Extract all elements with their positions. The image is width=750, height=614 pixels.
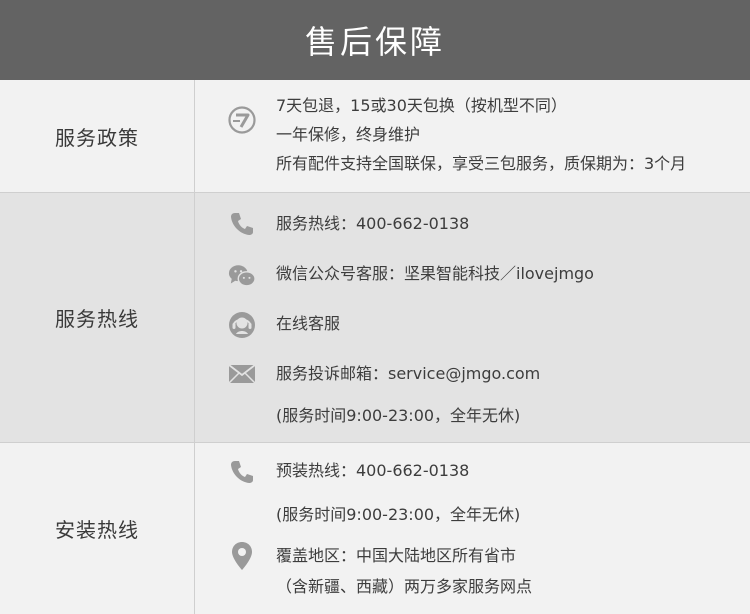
install-hotline-number[interactable]: 预装热线：400-662-0138 xyxy=(276,461,469,481)
customer-service-icon xyxy=(228,311,256,339)
wechat-icon xyxy=(228,262,256,290)
section-service-hotline: 服务热线 服务热线：400-662-0138 微信公众号客服：坚果智能科技／il… xyxy=(0,193,750,443)
policy-line-return: 7天包退，15或30天包换（按机型不同） xyxy=(276,96,567,115)
page-title: 售后保障 xyxy=(304,23,445,61)
mail-icon xyxy=(228,360,256,388)
wechat-account: 微信公众号客服：坚果智能科技／ilovejmgo xyxy=(276,264,594,283)
section-service-policy: 服务政策 7天包退，15或30天包换（按机型不同） 一年保修，终身维护 所有配件… xyxy=(0,80,750,193)
section-label: 服务政策 xyxy=(55,125,139,150)
policy-line-warranty: 一年保修，终身维护 xyxy=(276,125,421,144)
complaint-email[interactable]: 服务投诉邮箱：service@jmgo.com xyxy=(276,364,540,384)
hotline-number[interactable]: 服务热线：400-662-0138 xyxy=(276,214,469,234)
policy-line-accessories: 所有配件支持全国联保，享受三包服务，质保期为：3个月 xyxy=(276,154,687,173)
section-content: 预装热线：400-662-0138 (服务时间9:00-23:00，全年无休) … xyxy=(196,443,750,614)
coverage-area: 覆盖地区：中国大陆地区所有省市 xyxy=(276,546,517,565)
section-label: 服务热线 xyxy=(55,307,139,331)
location-pin-icon xyxy=(228,542,256,570)
seven-day-return-icon xyxy=(228,106,256,134)
install-service-hours: (服务时间9:00-23:00，全年无休) xyxy=(276,505,521,524)
section-install-hotline: 安装热线 预装热线：400-662-0138 (服务时间9:00-23:00，全… xyxy=(0,443,750,614)
section-label-cell: 服务热线 xyxy=(0,193,195,442)
section-label-cell: 安装热线 xyxy=(0,443,195,614)
coverage-note: （含新疆、西藏）两万多家服务网点 xyxy=(276,577,533,596)
phone-icon xyxy=(228,210,256,238)
section-label: 安装热线 xyxy=(55,518,139,542)
section-label-cell: 服务政策 xyxy=(0,80,195,192)
service-hours: (服务时间9:00-23:00，全年无休) xyxy=(276,406,521,425)
section-content: 服务热线：400-662-0138 微信公众号客服：坚果智能科技／ilovejm… xyxy=(196,193,750,442)
phone-icon xyxy=(228,458,256,486)
section-content: 7天包退，15或30天包换（按机型不同） 一年保修，终身维护 所有配件支持全国联… xyxy=(196,80,750,192)
online-service-link[interactable]: 在线客服 xyxy=(276,314,340,334)
page-header: 售后保障 xyxy=(0,0,750,80)
